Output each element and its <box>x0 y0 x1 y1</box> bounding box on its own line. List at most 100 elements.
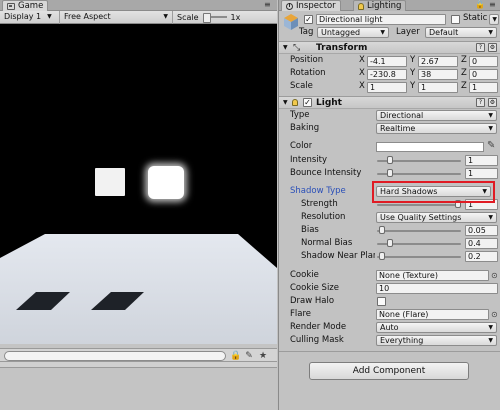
position-z-value: 0 <box>472 57 478 66</box>
console-search-input[interactable] <box>4 351 226 361</box>
culling-mask-dropdown[interactable]: Everything ▼ <box>376 335 497 346</box>
glowing-cube-object <box>148 166 184 199</box>
color-swatch[interactable] <box>376 142 484 152</box>
scale-x-input[interactable]: 1 <box>367 82 407 93</box>
game-tab-bar: Game ≡ <box>0 0 277 11</box>
bounce-label: Bounce Intensity <box>290 168 362 178</box>
type-dropdown[interactable]: Directional ▼ <box>376 110 497 121</box>
tag-dropdown[interactable]: Untagged ▼ <box>317 27 389 38</box>
layer-dropdown[interactable]: Default ▼ <box>425 27 497 38</box>
render-mode-value: Auto <box>380 323 399 332</box>
lock-icon[interactable]: 🔒 <box>475 0 485 10</box>
transform-title: Transform <box>316 43 368 53</box>
lightbulb-icon <box>358 2 364 10</box>
position-x-input[interactable]: -4.1 <box>367 56 407 67</box>
help-icon[interactable]: ? <box>476 98 485 107</box>
transform-icon: ⤡ <box>293 43 301 53</box>
chevron-down-icon: ▼ <box>488 29 493 36</box>
horizontal-scrollbar[interactable] <box>0 362 277 368</box>
rotation-label: Rotation <box>290 68 326 78</box>
bounce-slider-thumb[interactable] <box>386 169 393 177</box>
tag-icon[interactable]: ✎ <box>244 351 254 361</box>
position-y-input[interactable]: 2.67 <box>418 56 458 67</box>
gear-icon[interactable]: ⚙ <box>488 43 497 52</box>
rotation-x-value: -230.8 <box>370 70 396 79</box>
rotation-x-input[interactable]: -230.8 <box>367 69 407 80</box>
star-icon[interactable]: ★ <box>258 351 268 361</box>
baking-dropdown[interactable]: Realtime ▼ <box>376 123 497 134</box>
bias-input[interactable]: 0.05 <box>465 225 498 236</box>
menu-icon[interactable]: ≡ <box>489 0 496 10</box>
chevron-down-icon: ▼ <box>163 13 168 20</box>
bounce-input[interactable]: 1 <box>465 168 498 179</box>
game-toolbar: Display 1 ▼ Free Aspect ▼ Scale 1x <box>0 10 277 24</box>
tab-inspector[interactable]: i Inspector <box>281 0 341 11</box>
flare-object-field[interactable]: None (Flare) <box>376 309 489 320</box>
object-picker-icon[interactable]: ⊙ <box>491 309 498 320</box>
near-plane-slider-thumb[interactable] <box>378 252 385 260</box>
tab-game[interactable]: Game <box>2 0 49 11</box>
cube-object <box>95 168 125 196</box>
strength-slider[interactable] <box>377 204 461 206</box>
scale-y-input[interactable]: 1 <box>418 82 458 93</box>
render-mode-dropdown[interactable]: Auto ▼ <box>376 322 497 333</box>
tab-inspector-label: Inspector <box>296 1 336 11</box>
gear-icon[interactable]: ⚙ <box>488 98 497 107</box>
inspector-panel: i Inspector Lighting 🔒 ≡ ✓ Directional l… <box>278 0 500 410</box>
add-component-button[interactable]: Add Component <box>309 362 469 380</box>
light-header[interactable]: ▼ ✓ Light ? ⚙ <box>279 96 500 109</box>
eyedropper-icon[interactable]: ✎ <box>487 140 495 152</box>
draw-halo-checkbox[interactable] <box>377 297 386 306</box>
static-dropdown[interactable]: ▼ <box>489 14 499 25</box>
normal-bias-value: 0.4 <box>468 239 481 248</box>
normal-bias-input[interactable]: 0.4 <box>465 238 498 249</box>
chevron-down-icon: ▼ <box>488 214 493 221</box>
aspect-dropdown[interactable]: Free Aspect ▼ <box>60 10 173 24</box>
inspector-tab-bar: i Inspector Lighting 🔒 ≡ <box>279 0 500 11</box>
object-picker-icon[interactable]: ⊙ <box>491 270 498 281</box>
fold-arrow-icon: ▼ <box>283 99 288 106</box>
lock-icon[interactable]: 🔒 <box>230 351 241 361</box>
scale-z-input[interactable]: 1 <box>469 82 498 93</box>
rotation-y-input[interactable]: 38 <box>418 69 458 80</box>
bias-slider-thumb[interactable] <box>378 226 385 234</box>
resolution-label: Resolution <box>301 212 346 222</box>
chevron-down-icon: ▼ <box>488 337 493 344</box>
position-label: Position <box>290 55 324 65</box>
rotation-z-input[interactable]: 0 <box>469 69 498 80</box>
bias-label: Bias <box>301 225 319 235</box>
near-plane-slider[interactable] <box>377 256 461 258</box>
intensity-input[interactable]: 1 <box>465 155 498 166</box>
scale-label: Scale <box>177 12 199 22</box>
static-checkbox[interactable] <box>451 15 460 24</box>
near-plane-input[interactable]: 0.2 <box>465 251 498 262</box>
cookie-size-input[interactable]: 10 <box>376 283 498 294</box>
cookie-object-field[interactable]: None (Texture) <box>376 270 489 281</box>
game-viewport[interactable] <box>0 24 277 344</box>
scale-slider[interactable] <box>202 13 227 23</box>
chevron-down-icon: ▼ <box>488 324 493 331</box>
flare-value: None (Flare) <box>379 310 429 319</box>
active-checkbox[interactable]: ✓ <box>304 15 313 24</box>
position-z-input[interactable]: 0 <box>469 56 498 67</box>
intensity-slider-thumb[interactable] <box>386 156 393 164</box>
normal-bias-slider-thumb[interactable] <box>387 239 394 247</box>
bounce-value: 1 <box>468 169 474 178</box>
floor-plane <box>0 234 277 344</box>
help-icon[interactable]: ? <box>476 43 485 52</box>
light-enabled-checkbox[interactable]: ✓ <box>303 98 312 107</box>
bias-slider[interactable] <box>377 230 461 232</box>
add-component-label: Add Component <box>352 366 426 376</box>
display-dropdown[interactable]: Display 1 ▼ <box>0 10 60 24</box>
transform-header[interactable]: ▼ ⤡ Transform ? ⚙ <box>279 41 500 54</box>
object-icon <box>283 13 299 31</box>
menu-icon[interactable]: ≡ <box>264 0 271 10</box>
lightbulb-icon <box>292 99 298 106</box>
scale-y-axis: Y <box>410 81 416 91</box>
resolution-value: Use Quality Settings <box>380 213 462 222</box>
near-plane-label: Shadow Near Plar <box>301 251 375 261</box>
object-name-input[interactable]: Directional light <box>316 14 446 25</box>
resolution-dropdown[interactable]: Use Quality Settings ▼ <box>376 212 497 223</box>
tab-lighting[interactable]: Lighting <box>353 0 407 11</box>
console-toolbar: 🔒 ✎ ★ <box>0 348 277 362</box>
